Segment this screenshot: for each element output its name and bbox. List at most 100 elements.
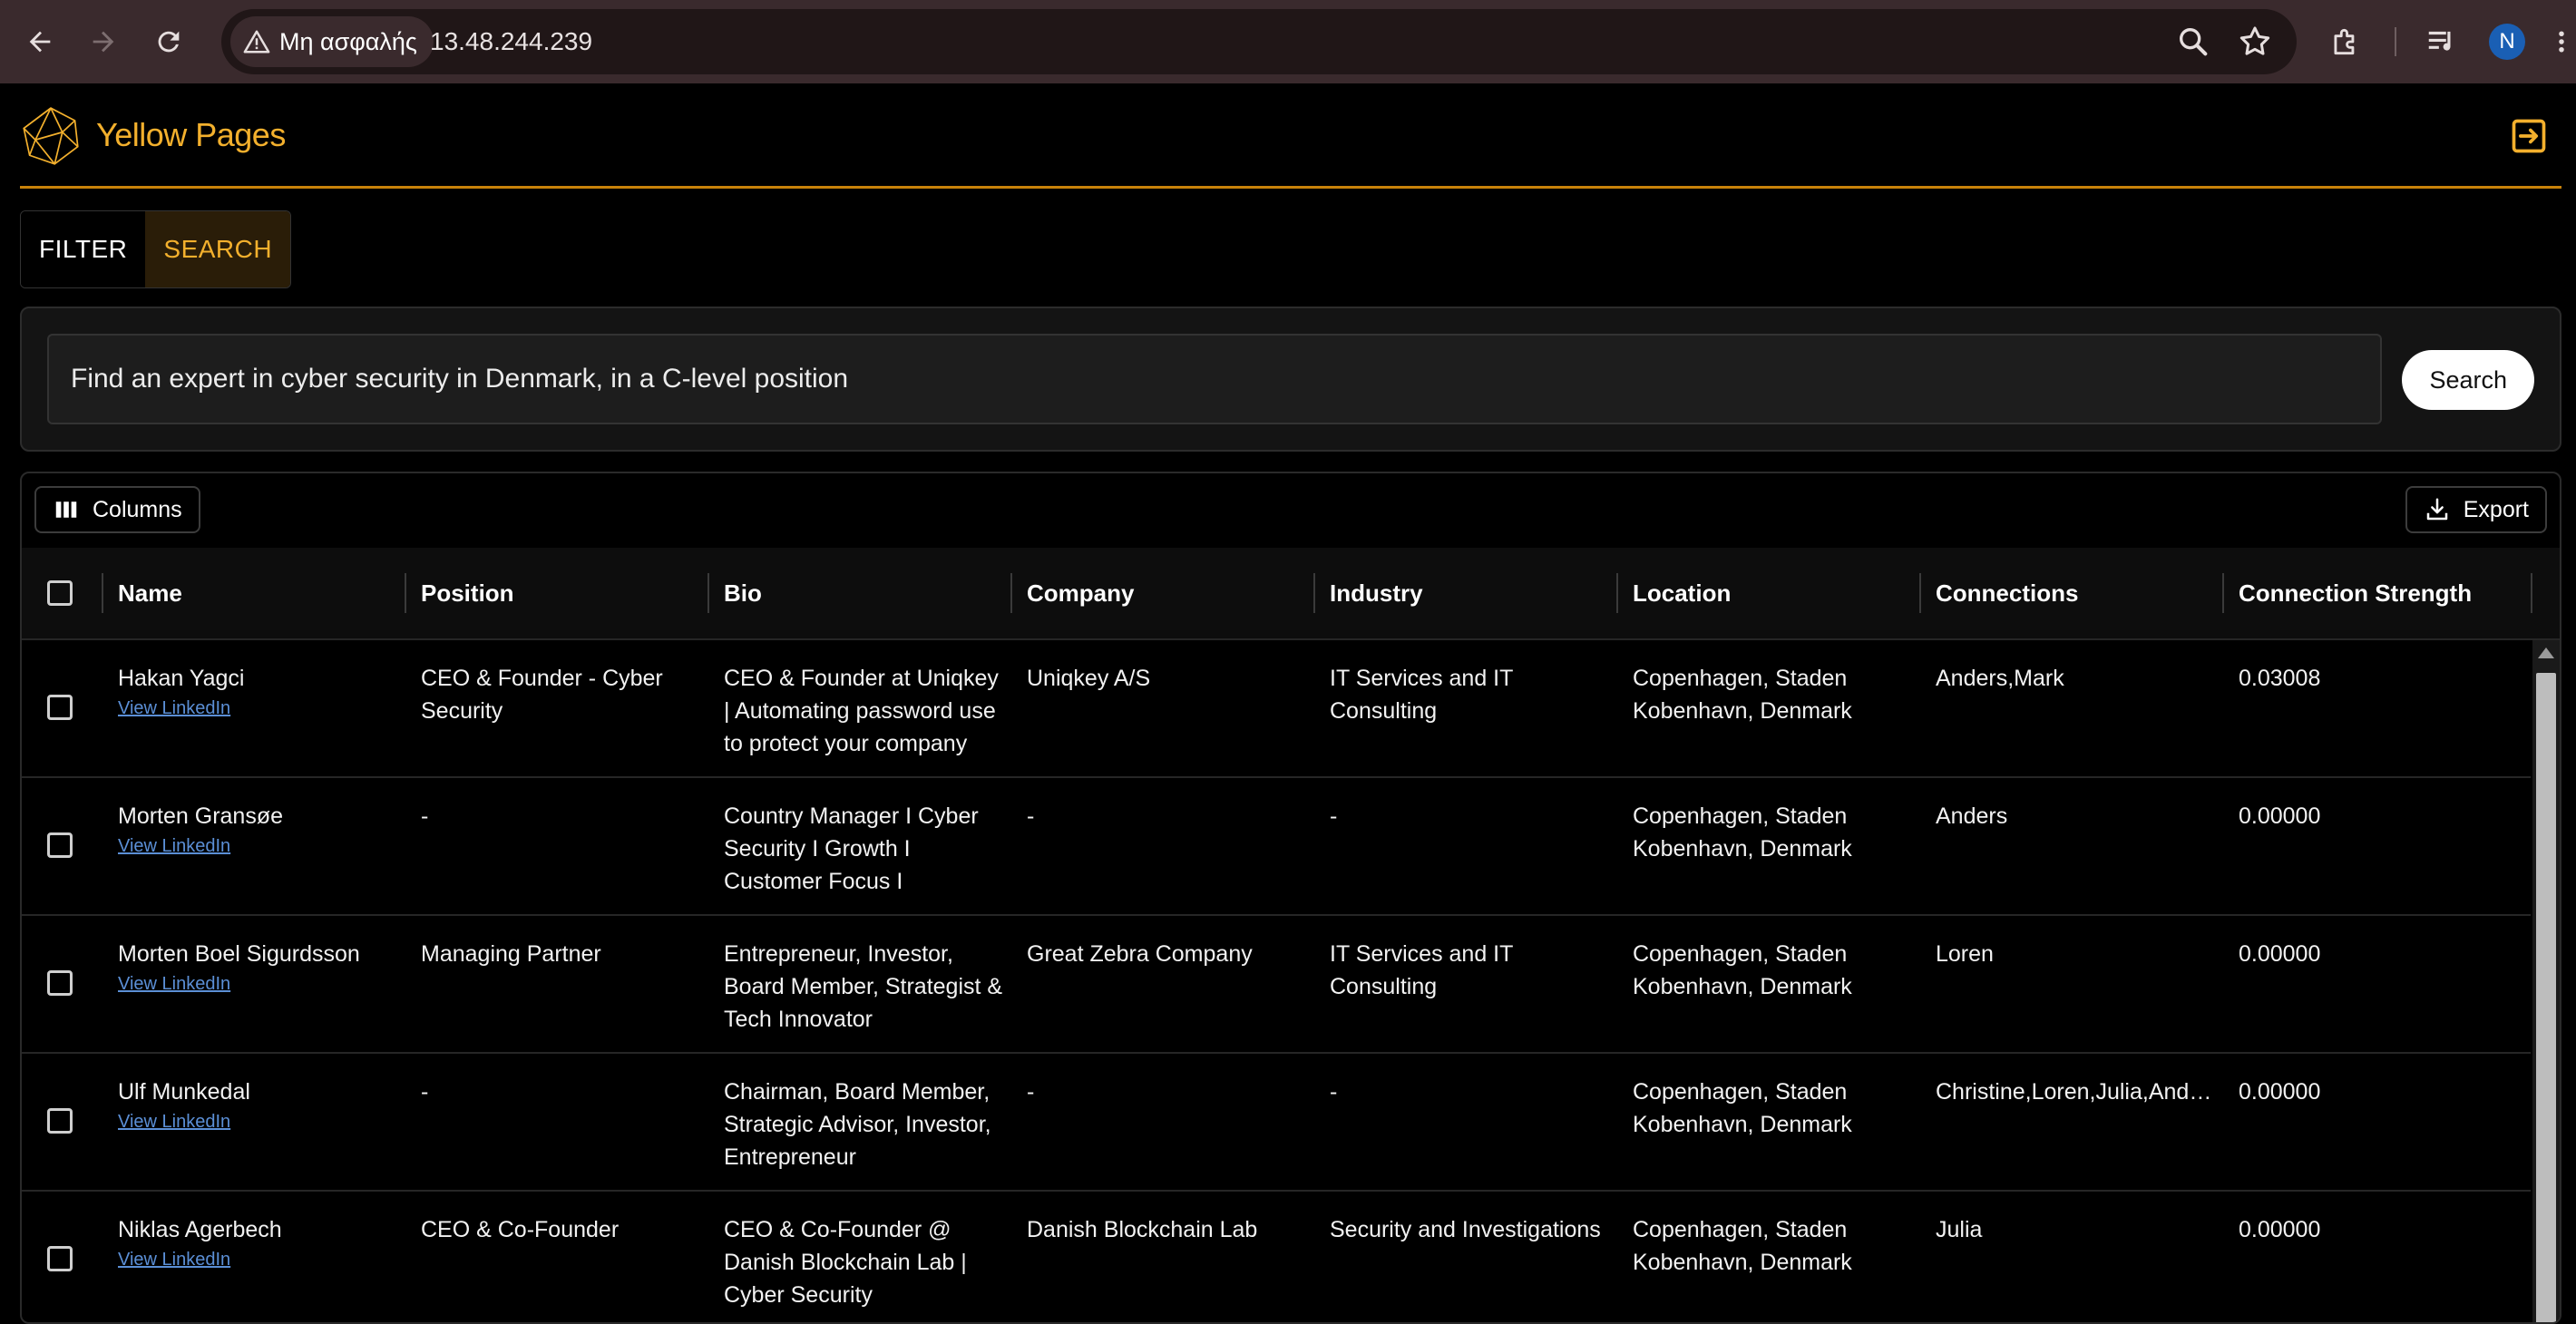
header-connections[interactable]: Connections [1919, 548, 2222, 638]
cell-connection-strength: 0.00000 [2239, 1079, 2321, 1105]
person-name: Ulf Munkedal [118, 1079, 250, 1105]
app-brand[interactable]: Yellow Pages [96, 116, 286, 154]
columns-button[interactable]: Columns [34, 486, 200, 533]
cell-name: Morten Boel Sigurdsson View LinkedIn [102, 938, 405, 996]
reload-button[interactable] [147, 20, 190, 63]
cell-connection-strength: 0.03008 [2239, 666, 2321, 691]
person-name: Morten Boel Sigurdsson [118, 941, 360, 967]
cell-industry: - [1330, 803, 1338, 829]
view-linkedin-link[interactable]: View LinkedIn [118, 834, 405, 858]
cell-name: Morten Gransøe View LinkedIn [102, 800, 405, 858]
view-linkedin-link[interactable]: View LinkedIn [118, 1110, 405, 1134]
cell-connections: Anders,Mark [1936, 666, 2064, 691]
columns-label: Columns [93, 496, 182, 522]
download-icon [2426, 498, 2447, 521]
cell-position: CEO & Founder - Cyber Security [421, 666, 663, 724]
zoom-icon [2180, 28, 2208, 56]
cell-connections: Loren [1936, 941, 1994, 967]
security-chip[interactable]: Μη ασφαλής [230, 16, 434, 67]
cell-name: Ulf Munkedal View LinkedIn [102, 1076, 405, 1134]
media-control-icon [2428, 31, 2451, 51]
vertical-scrollbar[interactable] [2532, 640, 2560, 1322]
row-checkbox[interactable] [47, 1246, 73, 1271]
cell-industry: IT Services and IT Consulting [1330, 666, 1513, 724]
table-header: Name Position Bio Company Industry Locat… [22, 548, 2560, 640]
table-row[interactable]: Morten Gransøe View LinkedIn - Country M… [22, 778, 2531, 916]
search-button[interactable]: Search [2402, 350, 2534, 410]
back-button[interactable] [18, 20, 62, 63]
cell-bio: Chairman, Board Member, Strategic Adviso… [724, 1079, 991, 1170]
tab-filter[interactable]: FILTER [21, 211, 146, 287]
view-linkedin-link[interactable]: View LinkedIn [118, 972, 405, 996]
cell-connections: Julia [1936, 1217, 1983, 1242]
browser-toolbar: Μη ασφαλής 13.48.244.239 N [0, 0, 2576, 83]
export-button[interactable]: Export [2405, 486, 2547, 533]
cell-bio: Entrepreneur, Investor, Board Member, St… [724, 941, 1003, 1032]
row-checkbox[interactable] [47, 695, 73, 720]
tab-search[interactable]: SEARCH [145, 211, 291, 287]
person-name: Niklas Agerbech [118, 1217, 282, 1242]
arrow-left-icon [29, 31, 51, 53]
header-name[interactable]: Name [102, 548, 405, 638]
cell-position: CEO & Co-Founder [421, 1217, 620, 1242]
puzzle-icon [2334, 28, 2355, 55]
cell-position: - [421, 1079, 429, 1105]
reload-icon [158, 31, 180, 53]
cell-bio: CEO & Founder at Uniqkey | Automating pa… [724, 666, 999, 756]
address-bar[interactable]: Μη ασφαλής 13.48.244.239 [221, 9, 2297, 74]
zoom-button[interactable] [2175, 24, 2211, 60]
search-panel: Search [20, 307, 2561, 452]
cell-connection-strength: 0.00000 [2239, 941, 2321, 967]
row-checkbox[interactable] [47, 1108, 73, 1134]
arrow-right-icon [93, 31, 114, 53]
cell-industry: IT Services and IT Consulting [1330, 941, 1513, 999]
star-icon [2239, 26, 2270, 55]
table-body: Hakan Yagci View LinkedIn CEO & Founder … [22, 640, 2531, 1322]
results-grid: Columns Export Name Position Bio Company… [20, 472, 2561, 1324]
media-control-button[interactable] [2422, 22, 2462, 62]
cell-company: - [1027, 803, 1035, 829]
toolbar-separator [2395, 27, 2396, 56]
header-bio[interactable]: Bio [707, 548, 1010, 638]
header-industry[interactable]: Industry [1313, 548, 1616, 638]
cell-industry: Security and Investigations [1330, 1217, 1601, 1242]
scroll-up-arrow[interactable] [2538, 647, 2554, 658]
columns-icon [55, 501, 77, 518]
select-all-checkbox[interactable] [47, 580, 73, 606]
header-connection-strength[interactable]: Connection Strength [2222, 548, 2531, 638]
app-header: Yellow Pages [20, 83, 2561, 189]
table-row[interactable]: Ulf Munkedal View LinkedIn - Chairman, B… [22, 1054, 2531, 1192]
extensions-button[interactable] [2326, 22, 2366, 62]
cell-connections: Christine,Loren,Julia,Anders,Mark [1936, 1079, 2219, 1105]
cell-connection-strength: 0.00000 [2239, 803, 2321, 829]
bookmark-button[interactable] [2237, 24, 2273, 60]
forward-button[interactable] [82, 20, 125, 63]
table-row[interactable]: Morten Boel Sigurdsson View LinkedIn Man… [22, 916, 2531, 1054]
table-row[interactable]: Niklas Agerbech View LinkedIn CEO & Co-F… [22, 1192, 2531, 1322]
row-checkbox[interactable] [47, 970, 73, 996]
mode-tabs: FILTER SEARCH [20, 210, 292, 288]
header-company[interactable]: Company [1010, 548, 1313, 638]
table-row[interactable]: Hakan Yagci View LinkedIn CEO & Founder … [22, 640, 2531, 778]
cell-connection-strength: 0.00000 [2239, 1217, 2321, 1242]
profile-avatar[interactable]: N [2489, 24, 2525, 60]
browser-menu-button[interactable] [2547, 22, 2576, 62]
cell-location: Copenhagen, Staden Kobenhavn, Denmark [1633, 1217, 1852, 1275]
cell-position: Managing Partner [421, 941, 601, 967]
url-text[interactable]: 13.48.244.239 [430, 9, 592, 74]
column-separator[interactable] [2531, 573, 2532, 613]
cell-bio: CEO & Co-Founder @ Danish Blockchain Lab… [724, 1217, 967, 1308]
cell-company: Great Zebra Company [1027, 941, 1253, 967]
header-location[interactable]: Location [1616, 548, 1919, 638]
header-position[interactable]: Position [405, 548, 707, 638]
cell-company: Uniqkey A/S [1027, 666, 1151, 691]
view-linkedin-link[interactable]: View LinkedIn [118, 1248, 405, 1271]
cell-position: - [421, 803, 429, 829]
row-checkbox[interactable] [47, 832, 73, 858]
search-input[interactable] [47, 334, 2382, 424]
logout-icon[interactable] [2509, 116, 2549, 156]
polyhedron-logo-icon [23, 107, 79, 165]
scrollbar-thumb[interactable] [2536, 673, 2556, 1322]
person-name: Hakan Yagci [118, 666, 245, 691]
view-linkedin-link[interactable]: View LinkedIn [118, 696, 405, 720]
